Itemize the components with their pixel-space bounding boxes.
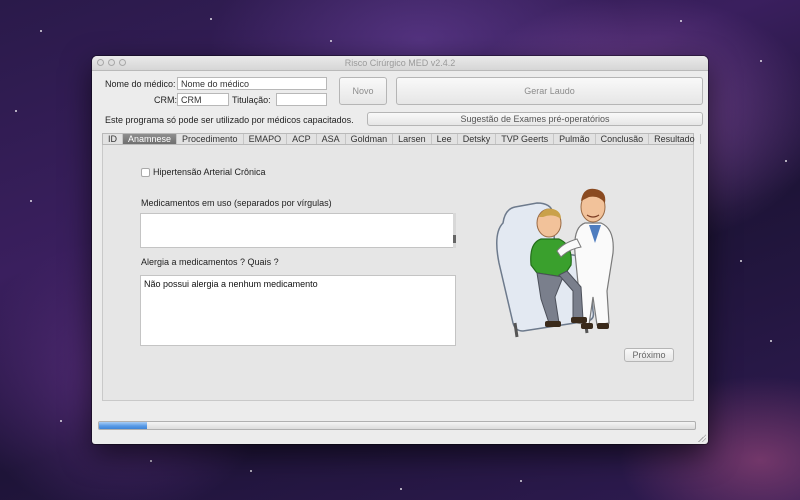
tab-lee[interactable]: Lee [432,134,458,144]
tab-bar: ID Anamnese Procedimento EMAPO ACP ASA G… [102,133,701,145]
tab-acp[interactable]: ACP [287,134,317,144]
hipertensao-label: Hipertensão Arterial Crônica [153,167,266,177]
titulacao-field[interactable] [276,93,327,106]
close-window-icon[interactable] [97,59,104,66]
title-bar[interactable]: Risco Cirúrgico MED v2.4.2 [92,56,708,71]
anamnese-panel: Hipertensão Arterial Crônica Medicamento… [102,145,694,401]
crm-label: CRM: [154,95,177,105]
tab-conclusao[interactable]: Conclusão [596,134,650,144]
zoom-window-icon[interactable] [119,59,126,66]
progress-bar [98,421,696,430]
novo-button[interactable]: Novo [339,77,387,105]
crm-field[interactable]: CRM [177,93,229,106]
tab-emapo[interactable]: EMAPO [244,134,288,144]
tab-detsky[interactable]: Detsky [458,134,497,144]
tab-anamnese[interactable]: Anamnese [123,134,178,144]
sugestao-exames-button[interactable]: Sugestão de Exames pré-operatórios [367,112,703,126]
tab-tvp-geerts[interactable]: TVP Geerts [496,134,555,144]
tab-asa[interactable]: ASA [317,134,346,144]
tab-id[interactable]: ID [103,134,123,144]
tab-resultado[interactable]: Resultado [649,134,701,144]
tab-procedimento[interactable]: Procedimento [177,134,244,144]
app-window: Risco Cirúrgico MED v2.4.2 Nome do médic… [92,56,708,444]
progress-fill [99,422,147,429]
nome-label: Nome do médico: [105,79,176,89]
medicamentos-scrollbar[interactable] [453,213,456,248]
disclaimer-text: Este programa só pode ser utilizado por … [105,115,354,125]
tab-goldman[interactable]: Goldman [346,134,394,144]
proximo-button[interactable]: Próximo [624,348,674,362]
alergia-label: Alergia a medicamentos ? Quais ? [141,257,279,267]
tab-larsen[interactable]: Larsen [393,134,432,144]
gerar-laudo-button[interactable]: Gerar Laudo [396,77,703,105]
doctor-patient-icon [496,188,614,338]
hipertensao-checkbox[interactable] [141,168,150,177]
minimize-window-icon[interactable] [108,59,115,66]
resize-grip-icon[interactable] [698,434,706,442]
window-title: Risco Cirúrgico MED v2.4.2 [344,58,456,68]
alergia-textarea[interactable]: Não possui alergia a nenhum medicamento [140,275,456,346]
titulacao-label: Titulação: [232,95,271,105]
medicamentos-textarea[interactable] [140,213,456,248]
medicamentos-label: Medicamentos em uso (separados por vírgu… [141,198,332,208]
tab-pulmao[interactable]: Pulmão [554,134,596,144]
nome-field[interactable]: Nome do médico [177,77,327,90]
